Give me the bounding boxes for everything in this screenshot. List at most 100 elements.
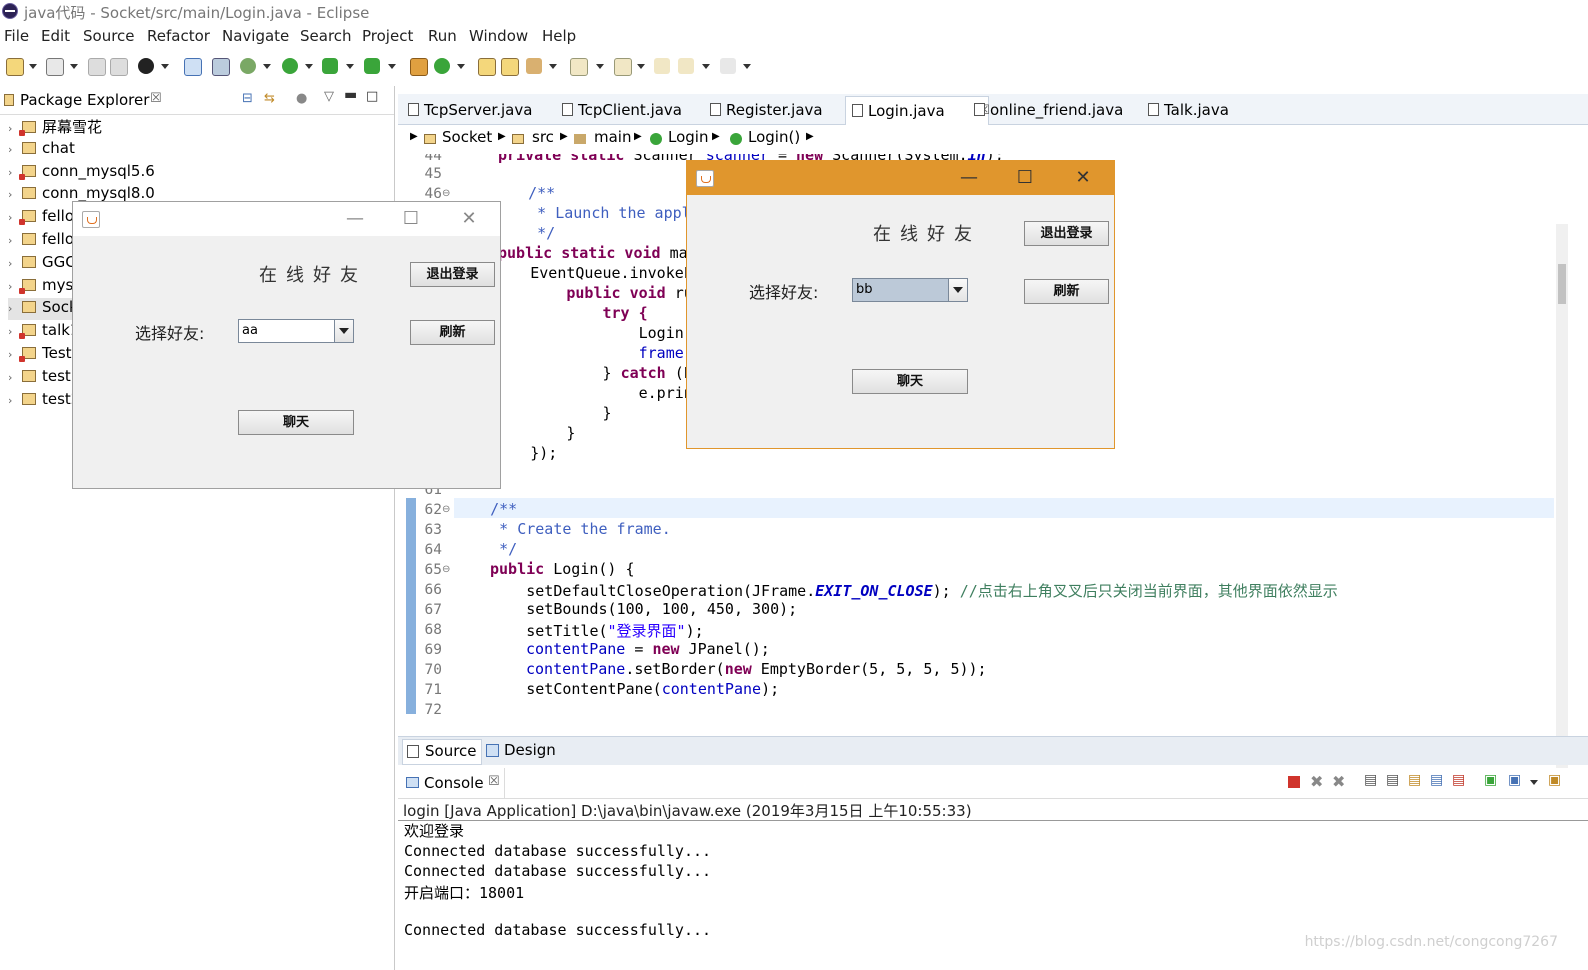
debug-perspective-icon[interactable] — [138, 58, 154, 74]
chevron-down-icon[interactable] — [948, 279, 967, 301]
chevron-down-icon[interactable] — [334, 320, 353, 342]
tab-talk[interactable]: Talk.java — [1142, 96, 1264, 124]
word-wrap-icon[interactable]: ▤ — [1408, 772, 1421, 788]
refresh-button[interactable]: 刷新 — [1024, 279, 1109, 304]
close-view-icon[interactable]: ☒ — [488, 774, 500, 789]
tab-design[interactable]: Design — [484, 739, 556, 763]
friend-select[interactable]: bb — [852, 278, 968, 302]
coverage-dropdown-icon[interactable] — [346, 64, 354, 69]
minimize-icon[interactable]: — — [335, 208, 375, 229]
run-icon[interactable] — [282, 58, 298, 74]
menu-edit[interactable]: Edit — [41, 27, 70, 45]
tab-console[interactable]: Console ☒ — [398, 768, 505, 798]
back-dropdown-icon[interactable] — [702, 64, 710, 69]
search-icon[interactable] — [526, 58, 542, 74]
remove-all-icon[interactable]: ✖ — [1332, 772, 1345, 791]
chat-button[interactable]: 聊天 — [238, 410, 354, 435]
project-tree-item[interactable]: › test — [8, 367, 71, 389]
fold-icon[interactable]: ⊖ — [442, 188, 450, 199]
skip-breakpoints-icon[interactable] — [212, 58, 230, 76]
debug-dropdown-icon[interactable] — [263, 64, 271, 69]
show-on-output-icon[interactable]: ▤ — [1430, 772, 1443, 788]
close-view-icon[interactable]: ☒ — [150, 91, 162, 106]
maximize-icon[interactable]: ☐ — [1005, 167, 1045, 188]
minimize-view-icon[interactable]: ▬ — [344, 87, 357, 103]
project-tree-item[interactable]: › GGC — [8, 253, 76, 275]
project-tree-item[interactable]: › 屏幕雪花 — [8, 116, 102, 138]
menu-search[interactable]: Search — [300, 27, 352, 45]
breadcrumb-item[interactable]: src — [532, 128, 554, 146]
tab-source[interactable]: Source — [402, 739, 482, 765]
open-task-icon[interactable] — [501, 58, 519, 76]
project-tree-item[interactable]: › fello — [8, 230, 74, 252]
close-icon[interactable]: ✕ — [1063, 167, 1103, 188]
next-annotation-dropdown-icon[interactable] — [596, 64, 604, 69]
maximize-view-icon[interactable]: □ — [366, 89, 378, 104]
breadcrumb-item[interactable]: Login — [668, 128, 708, 146]
pin-console-icon[interactable]: ▣ — [1484, 772, 1497, 788]
last-edit-icon[interactable] — [654, 58, 670, 74]
menu-project[interactable]: Project — [362, 27, 413, 45]
tab-tcpserver[interactable]: TcpServer.java — [402, 96, 566, 124]
project-tree-item[interactable]: › Sock — [8, 298, 78, 321]
chevron-right-icon[interactable]: › — [8, 302, 20, 315]
previous-annotation-dropdown-icon[interactable] — [637, 64, 645, 69]
logout-button[interactable]: 退出登录 — [1024, 221, 1109, 246]
breadcrumb-item[interactable]: Login() — [748, 128, 800, 146]
chevron-right-icon[interactable]: › — [8, 143, 20, 156]
tab-register[interactable]: Register.java — [704, 96, 858, 124]
chat-button[interactable]: 聊天 — [852, 369, 968, 394]
collapse-all-icon[interactable]: ⊟ — [242, 91, 253, 106]
clear-console-icon[interactable]: ▤ — [1364, 772, 1377, 788]
back-icon[interactable] — [678, 58, 694, 74]
chevron-right-icon[interactable]: › — [8, 234, 20, 247]
minimize-icon[interactable]: — — [949, 167, 989, 188]
filters-icon[interactable]: ● — [296, 91, 307, 106]
display-console-icon[interactable]: ▣ — [1508, 772, 1521, 788]
maximize-icon[interactable]: ☐ — [391, 208, 431, 229]
project-tree-item[interactable]: › fello — [8, 207, 74, 229]
project-tree-item[interactable]: › test2 — [8, 390, 80, 412]
vertical-scroll-thumb[interactable] — [1558, 264, 1566, 304]
link-with-editor-icon[interactable]: ⇆ — [264, 91, 275, 106]
external-tools-dropdown-icon[interactable] — [388, 64, 396, 69]
forward-icon[interactable] — [720, 58, 736, 74]
menu-source[interactable]: Source — [83, 27, 135, 45]
search-dropdown-icon[interactable] — [549, 64, 557, 69]
menu-help[interactable]: Help — [542, 27, 576, 45]
project-tree-item[interactable]: › Test — [8, 344, 72, 366]
new-icon[interactable] — [6, 58, 24, 76]
menu-navigate[interactable]: Navigate — [222, 27, 289, 45]
open-type-folder-icon[interactable] — [478, 58, 496, 76]
next-annotation-icon[interactable] — [570, 58, 588, 76]
logout-button[interactable]: 退出登录 — [410, 262, 495, 287]
open-type-icon[interactable] — [46, 58, 64, 76]
show-on-error-icon[interactable]: ▤ — [1452, 772, 1465, 788]
menu-refactor[interactable]: Refactor — [147, 27, 210, 45]
new-dropdown-icon[interactable] — [29, 64, 37, 69]
new-class-icon[interactable] — [434, 58, 450, 74]
fold-icon[interactable]: ⊖ — [442, 504, 450, 515]
open-dropdown-icon[interactable] — [70, 64, 78, 69]
chevron-right-icon[interactable]: › — [8, 188, 20, 201]
new-class-dropdown-icon[interactable] — [457, 64, 465, 69]
refresh-button[interactable]: 刷新 — [410, 320, 495, 345]
display-console-dropdown-icon[interactable] — [1530, 780, 1538, 785]
coverage-icon[interactable] — [322, 58, 338, 74]
menu-run[interactable]: Run — [428, 27, 457, 45]
save-all-icon[interactable] — [110, 58, 128, 76]
menu-window[interactable]: Window — [469, 27, 528, 45]
close-icon[interactable]: ✕ — [449, 208, 489, 229]
new-java-project-icon[interactable] — [410, 58, 428, 76]
remove-launch-icon[interactable]: ✖ — [1310, 772, 1323, 791]
open-console-icon[interactable]: ▣ — [1548, 772, 1561, 788]
chevron-right-icon[interactable]: › — [8, 394, 20, 407]
scroll-lock-icon[interactable]: ▤ — [1386, 772, 1399, 788]
console-icon[interactable] — [184, 58, 202, 76]
forward-dropdown-icon[interactable] — [743, 64, 751, 69]
tab-tcpclient[interactable]: TcpClient.java — [556, 96, 714, 124]
menu-file[interactable]: File — [4, 27, 29, 45]
friend-select[interactable]: aa — [238, 319, 354, 343]
fold-icon[interactable]: ⊖ — [442, 564, 450, 575]
save-icon[interactable] — [88, 58, 106, 76]
